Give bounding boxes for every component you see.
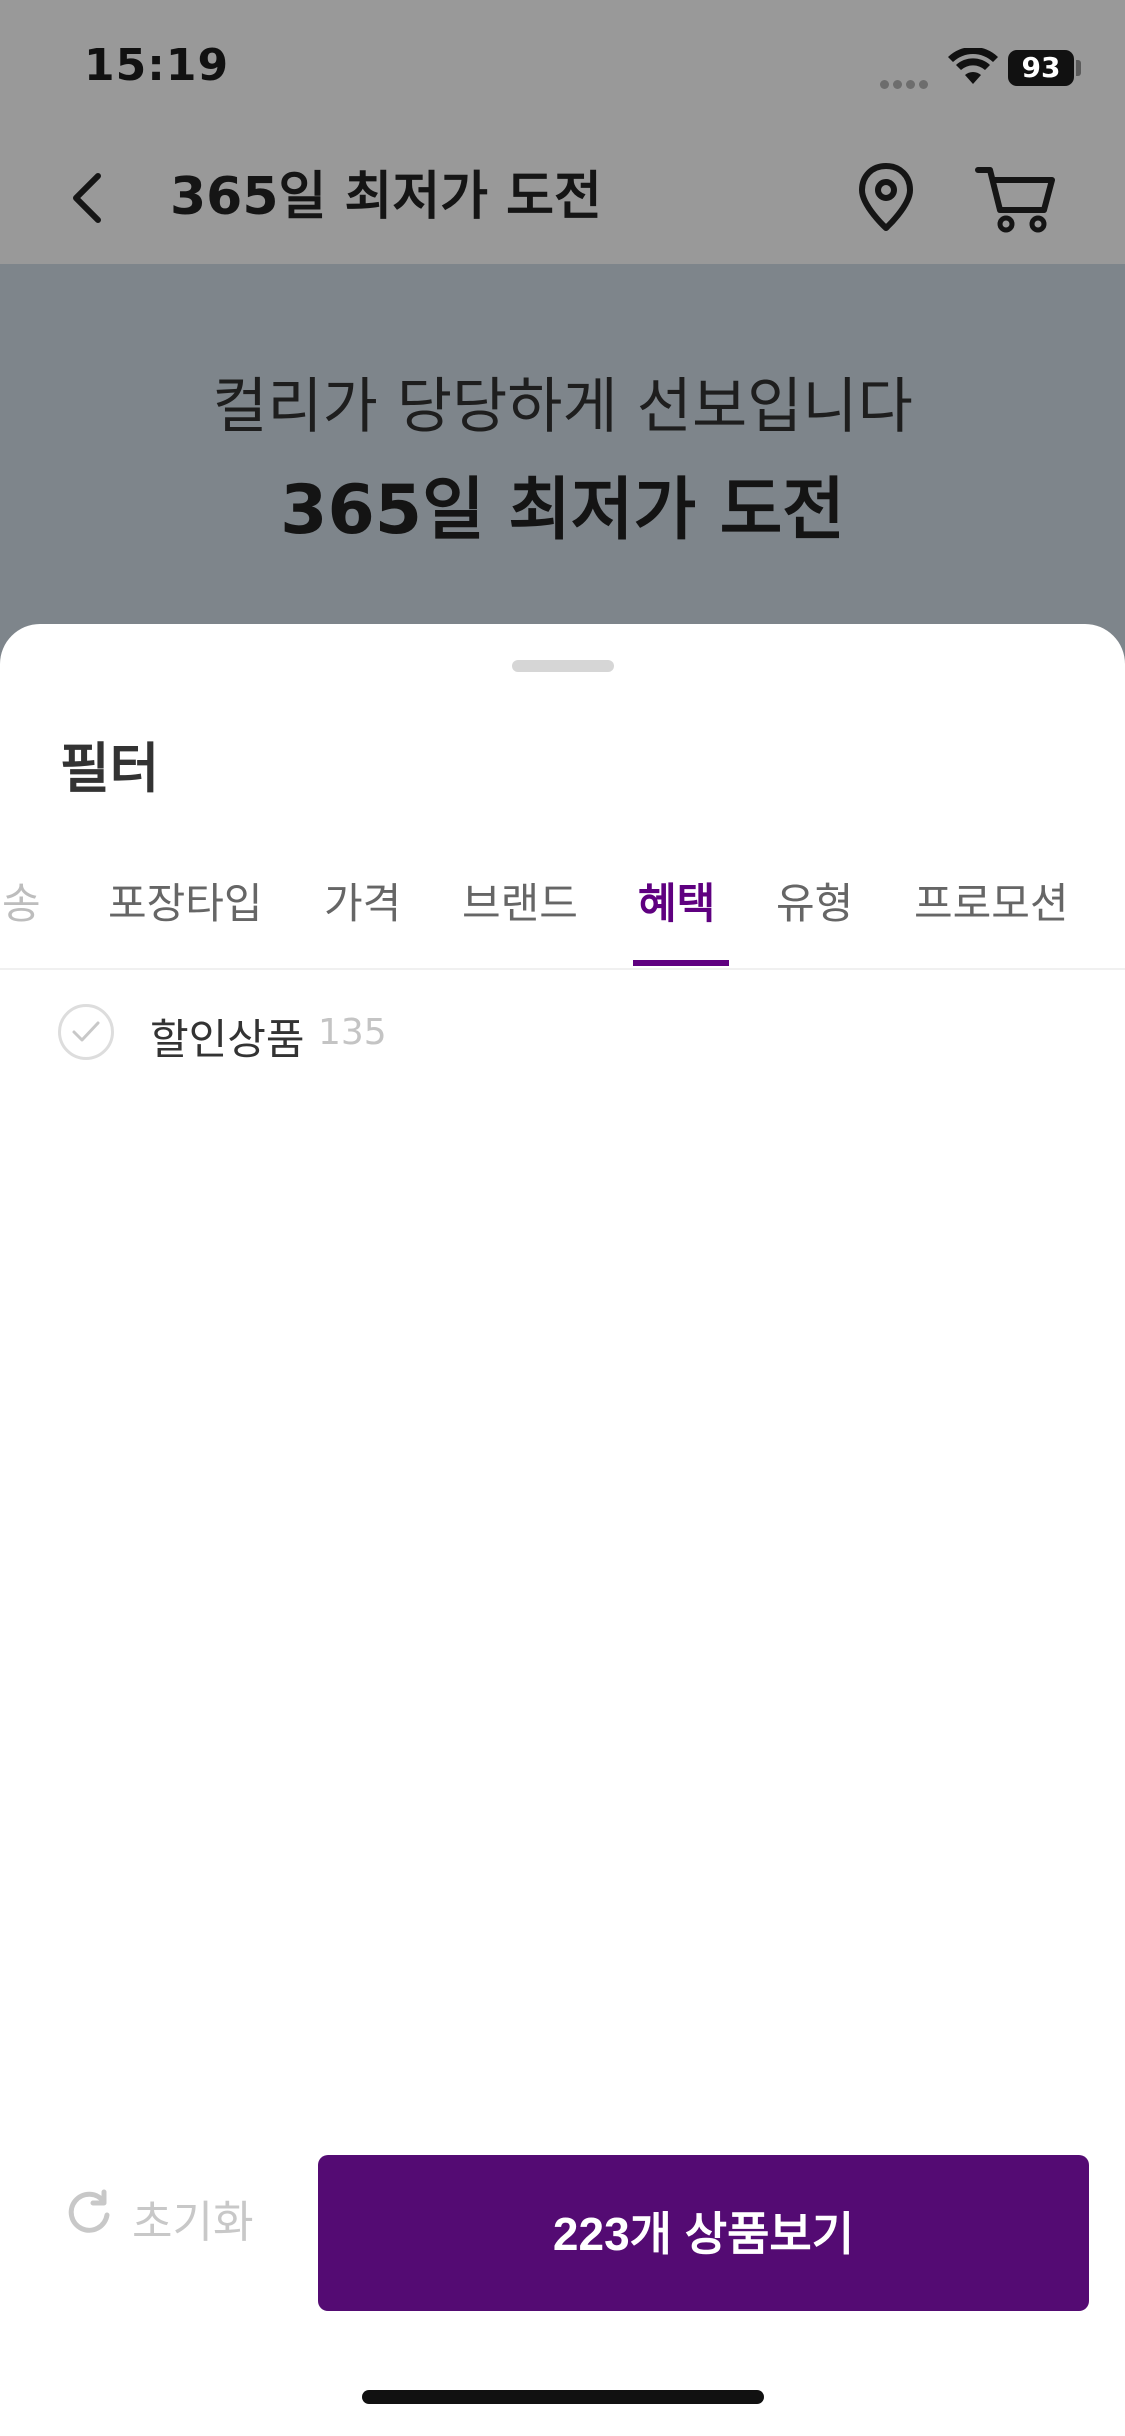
checkmark-icon: [72, 1021, 100, 1042]
home-indicator: [362, 2390, 764, 2404]
reset-label: 초기화: [132, 2197, 254, 2248]
tab-promotion[interactable]: 프로모션: [914, 870, 1069, 931]
option-checkbox[interactable]: [58, 1004, 114, 1060]
battery-tip: [1076, 60, 1081, 76]
cart-button[interactable]: [974, 160, 1058, 236]
promo-banner: 컬리가 당당하게 선보입니다 365일 최저가 도전: [0, 264, 1125, 664]
status-bar: 15:19 93: [0, 0, 1125, 132]
status-time: 15:19: [84, 40, 230, 91]
filter-tab-bar: 송 포장타입 가격 브랜드 혜택 유형 프로모션: [0, 844, 1125, 970]
cellular-signal-icon: [880, 74, 936, 89]
top-nav-bar: 365일 최저가 도전: [0, 132, 1125, 264]
cart-icon: [975, 167, 1055, 233]
refresh-icon: [68, 2189, 110, 2233]
tab-packaging-type[interactable]: 포장타입: [108, 870, 263, 931]
battery-indicator: 93: [1008, 50, 1074, 86]
sheet-title: 필터: [60, 737, 160, 800]
option-label: 할인상품: [150, 1015, 305, 1064]
chevron-left-icon: [73, 173, 101, 223]
page-title: 365일 최저가 도전: [170, 167, 602, 227]
tab-type[interactable]: 유형: [776, 870, 853, 931]
wifi-icon: [948, 48, 998, 84]
banner-title: 365일 최저가 도전: [280, 471, 845, 550]
active-tab-indicator: [633, 960, 729, 966]
reset-button[interactable]: 초기화: [64, 2180, 284, 2250]
location-pin-icon: [859, 163, 913, 231]
filter-bottom-sheet: 필터 송 포장타입 가격 브랜드 혜택 유형 프로모션 할인상품 135 초기화…: [0, 624, 1125, 2436]
back-button[interactable]: [56, 162, 128, 234]
tab-brand[interactable]: 브랜드: [462, 870, 578, 931]
tab-delivery[interactable]: 송: [2, 870, 41, 931]
banner-subtitle: 컬리가 당당하게 선보입니다: [212, 372, 913, 442]
view-products-button[interactable]: 223개 상품보기: [318, 2155, 1089, 2311]
tab-price[interactable]: 가격: [324, 870, 401, 931]
location-button[interactable]: [848, 160, 924, 236]
sheet-drag-handle[interactable]: [512, 660, 614, 672]
option-count: 135: [318, 1012, 387, 1053]
filter-option-discount[interactable]: 할인상품 135: [58, 1004, 658, 1068]
tab-benefit[interactable]: 혜택: [638, 870, 715, 931]
